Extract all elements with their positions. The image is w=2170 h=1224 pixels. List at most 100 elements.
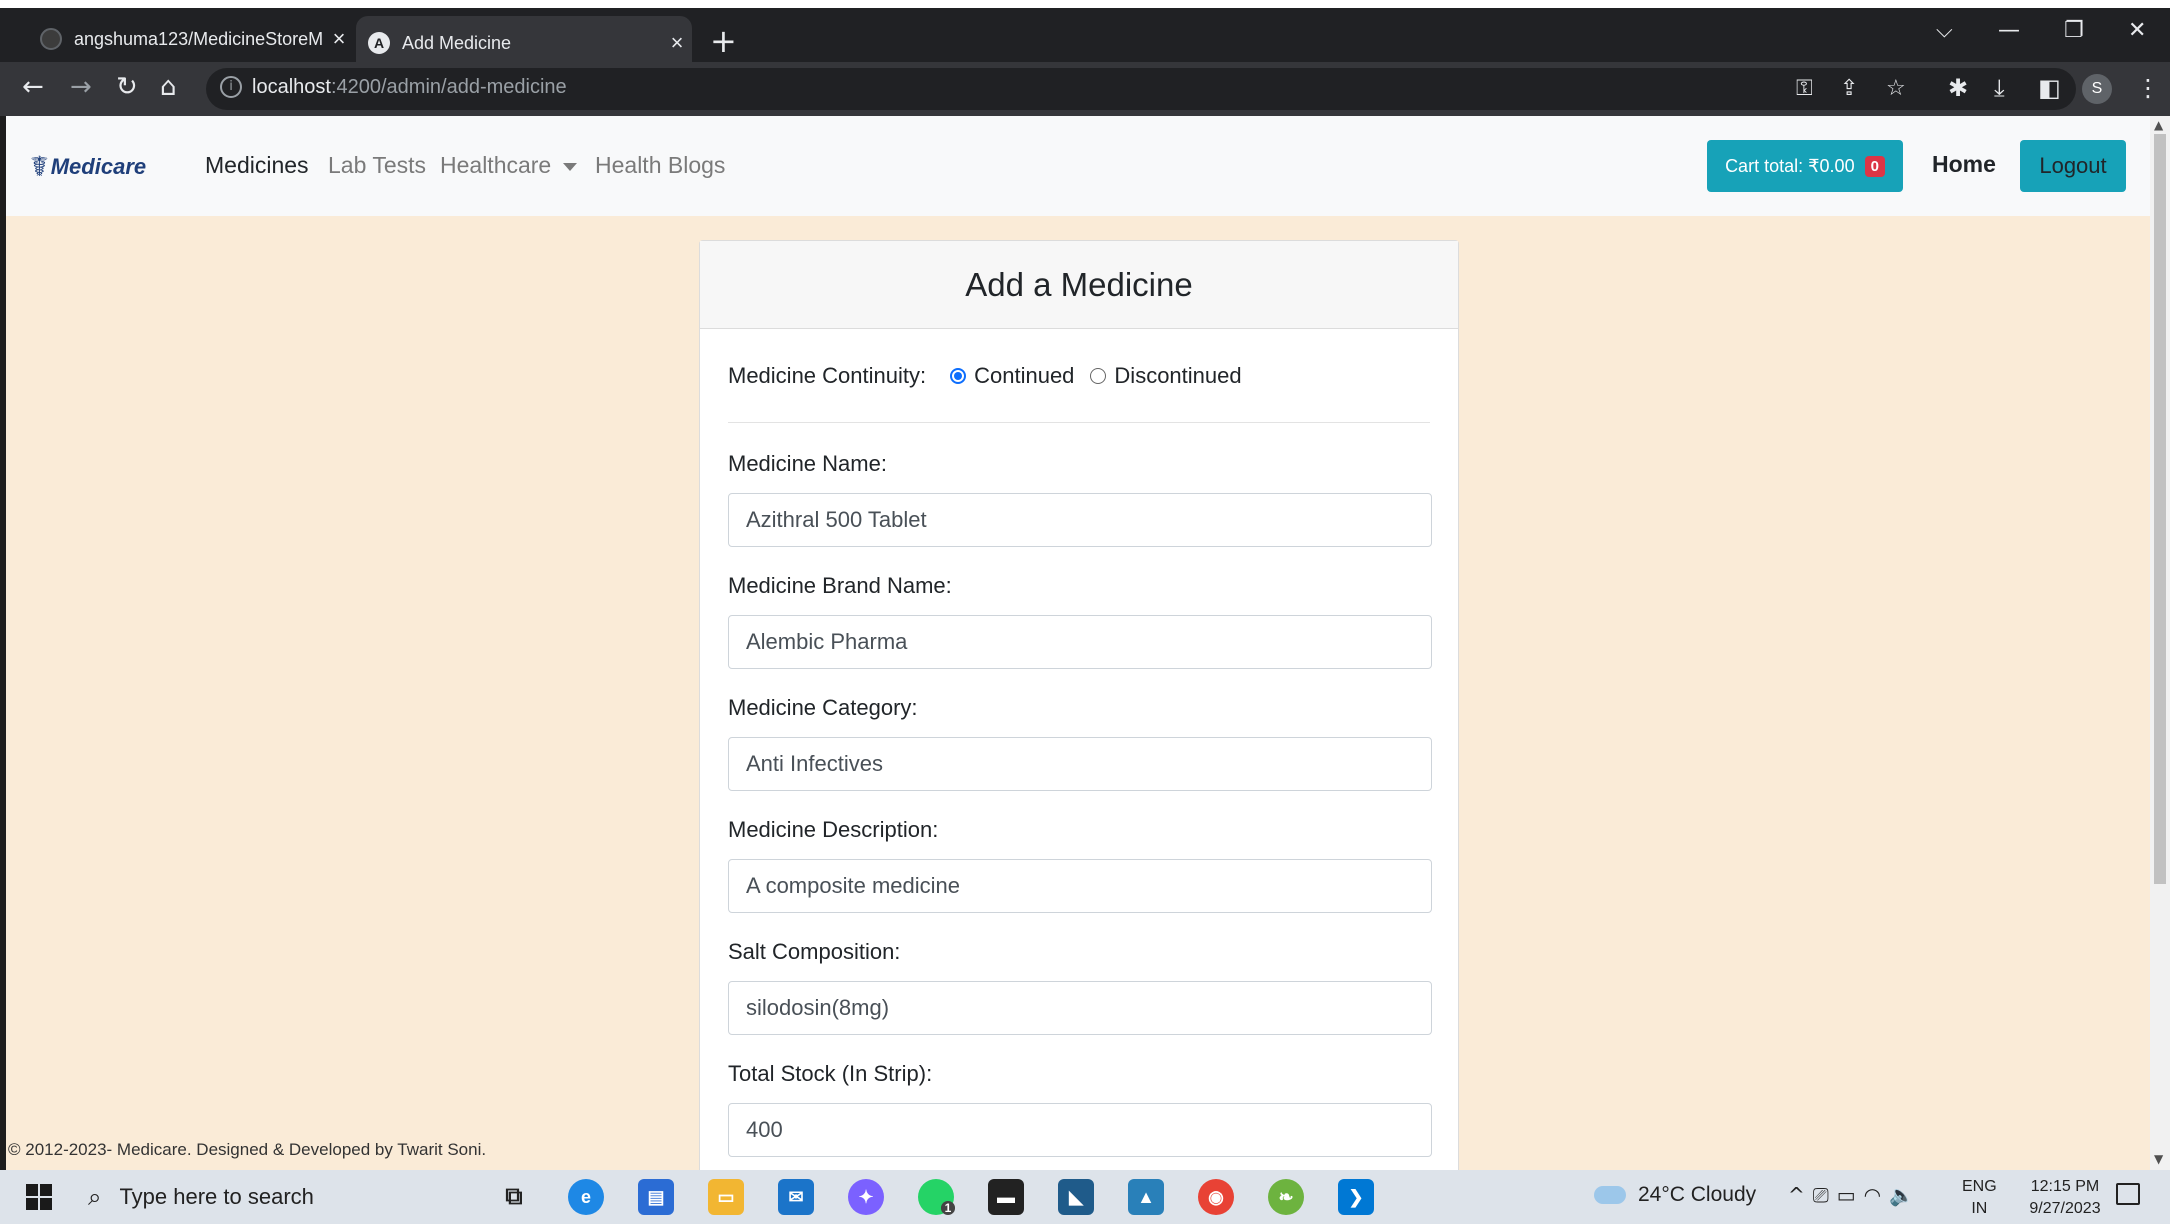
download-icon[interactable]: ⤓ (1994, 74, 2005, 102)
field-medicine-name: Medicine Name: Azithral 500 Tablet (728, 451, 1432, 547)
search-icon: ⌕ (88, 1183, 102, 1211)
minimize-icon[interactable]: — (1998, 18, 2020, 58)
lang-region: IN (1971, 1200, 1988, 1217)
file-explorer-icon[interactable]: ▭ (708, 1179, 744, 1215)
search-placeholder: Type here to search (119, 1184, 314, 1209)
field-salt-composition: Salt Composition: silodosin(8mg) (728, 939, 1432, 1035)
home-link[interactable]: Home (1932, 151, 1996, 178)
description-input[interactable]: A composite medicine (728, 859, 1432, 913)
back-icon[interactable]: ← (22, 72, 44, 102)
tray-chevron-icon[interactable]: ^ (1788, 1183, 1813, 1207)
whatsapp-badge: 1 (940, 1201, 956, 1215)
tab-search-chevron-icon[interactable]: ⌵ (1936, 18, 1953, 58)
chrome-icon[interactable]: ◉ (1198, 1179, 1234, 1215)
radio-discontinued[interactable]: Discontinued (1090, 362, 1242, 389)
brand-name-input[interactable]: Alembic Pharma (728, 615, 1432, 669)
github-icon (40, 28, 62, 50)
field-label: Medicine Category: (728, 695, 918, 720)
edge-icon[interactable]: e (568, 1179, 604, 1215)
radio-button-unchecked[interactable] (1090, 367, 1107, 384)
medicine-name-input[interactable]: Azithral 500 Tablet (728, 493, 1432, 547)
volume-icon[interactable]: 🔈 (1889, 1183, 1922, 1207)
caduceus-icon: ☤ (30, 151, 49, 182)
total-stock-input[interactable]: 400 (728, 1103, 1432, 1157)
radio-button-checked[interactable] (950, 367, 967, 384)
brand-logo[interactable]: ☤ Medicare (30, 150, 146, 183)
caret-down-icon (563, 162, 578, 171)
nav-medicines[interactable]: Medicines (205, 152, 309, 179)
nav-health-blogs[interactable]: Health Blogs (595, 152, 725, 179)
star-icon[interactable]: ☆ (1886, 76, 1906, 101)
taskbar-search[interactable]: ⌕ Type here to search (76, 1174, 474, 1220)
mysql-icon[interactable]: ◣ (1058, 1179, 1094, 1215)
scrollbar-thumb[interactable] (2154, 134, 2166, 884)
tab-title: angshuma123/MedicineStoreM (74, 28, 324, 49)
battery-icon[interactable]: ▭ (1837, 1183, 1864, 1207)
store-icon[interactable]: ▤ (638, 1179, 674, 1215)
address-bar[interactable]: i localhost:4200/admin/add-medicine ⚿ ⇪ … (206, 68, 2076, 110)
card-title: Add a Medicine (700, 241, 1458, 329)
app-navbar: ☤ Medicare Medicines Lab Tests Healthcar… (6, 116, 2150, 216)
browser-toolbar: ← → ↻ ⌂ i localhost:4200/admin/add-medic… (0, 62, 2170, 116)
weather-widget[interactable]: 24°C Cloudy (1594, 1183, 1756, 1207)
lang-code: ENG (1962, 1178, 1997, 1195)
task-view-icon[interactable]: ⧉ (496, 1179, 532, 1215)
share-icon[interactable]: ⇪ (1840, 76, 1858, 101)
taskbar-clock[interactable]: 12:15 PM 9/27/2023 (2012, 1176, 2118, 1220)
radio-continued-label: Continued (974, 362, 1075, 388)
page-scrollbar[interactable]: ▲ ▼ (2150, 116, 2170, 1170)
close-icon[interactable]: × (662, 30, 692, 56)
radio-continued[interactable]: Continued (950, 363, 1074, 389)
field-description: Medicine Description: A composite medici… (728, 817, 1432, 913)
angular-icon: A (368, 32, 390, 54)
windows-start-icon[interactable] (26, 1184, 52, 1210)
cart-total-label: Cart total: ₹0.00 (1725, 155, 1855, 176)
profile-avatar[interactable]: S (2082, 74, 2112, 104)
scroll-down-icon[interactable]: ▼ (2154, 1152, 2163, 1166)
system-tray[interactable]: ^⎚▭◠🔈 (1788, 1183, 1922, 1207)
field-label: Total Stock (In Strip): (728, 1061, 933, 1086)
mail-icon[interactable]: ✉ (778, 1179, 814, 1215)
radio-discontinued-label: Discontinued (1114, 362, 1242, 388)
logout-button[interactable]: Logout (2020, 140, 2126, 192)
cloud-icon (1594, 1186, 1626, 1204)
notification-icon[interactable] (2116, 1183, 2140, 1205)
forward-icon[interactable]: → (70, 72, 92, 102)
window-close-icon[interactable]: ✕ (2128, 18, 2146, 58)
nav-lab-tests[interactable]: Lab Tests (328, 152, 426, 179)
field-label: Salt Composition: (728, 939, 901, 964)
field-label: Medicine Brand Name: (728, 573, 952, 598)
extensions-icon[interactable]: ✱ (1948, 74, 1968, 102)
home-icon[interactable]: ⌂ (160, 72, 177, 102)
key-icon[interactable]: ⚿ (1796, 76, 1813, 101)
mysql-workbench-icon[interactable]: ▬ (988, 1179, 1024, 1215)
spring-tools-icon[interactable]: ❧ (1268, 1179, 1304, 1215)
vscode-icon[interactable]: ❯ (1338, 1179, 1374, 1215)
menu-kebab-icon[interactable]: ⋮ (2136, 74, 2160, 102)
nav-healthcare[interactable]: Healthcare (440, 152, 578, 179)
continuity-label: Medicine Continuity: (728, 362, 927, 388)
meet-icon[interactable]: ⎚ (1813, 1183, 1837, 1207)
photos-icon[interactable]: ▲ (1128, 1179, 1164, 1215)
whatsapp-icon[interactable]: 1 (918, 1179, 956, 1215)
wifi-icon[interactable]: ◠ (1864, 1183, 1889, 1207)
category-input[interactable]: Anti Infectives (728, 737, 1432, 791)
side-panel-icon[interactable]: ◧ (2038, 74, 2061, 102)
tab-title: Add Medicine (402, 32, 512, 53)
clock-date: 9/27/2023 (2029, 1200, 2101, 1217)
clock-time: 12:15 PM (2030, 1178, 2100, 1195)
continuity-row: Medicine Continuity: Continued Discontin… (728, 329, 1430, 423)
language-indicator[interactable]: ENG IN (1962, 1176, 1997, 1220)
copilot-icon[interactable]: ✦ (848, 1179, 884, 1215)
scroll-up-icon[interactable]: ▲ (2154, 118, 2163, 132)
reload-icon[interactable]: ↻ (116, 72, 138, 102)
cart-total-button[interactable]: Cart total: ₹0.00 0 (1707, 140, 1903, 192)
close-icon[interactable]: × (324, 26, 354, 52)
windows-taskbar: ⌕ Type here to search ⧉ e ▤ ▭ ✉ ✦ 1 ▬ ◣ … (0, 1170, 2170, 1224)
browser-tab-github[interactable]: angshuma123/MedicineStoreM × (28, 16, 354, 62)
new-tab-icon[interactable]: + (710, 22, 737, 60)
salt-composition-input[interactable]: silodosin(8mg) (728, 981, 1432, 1035)
field-brand-name: Medicine Brand Name: Alembic Pharma (728, 573, 1432, 669)
restore-icon[interactable]: ❐ (2064, 18, 2084, 58)
site-info-icon[interactable]: i (220, 76, 242, 98)
